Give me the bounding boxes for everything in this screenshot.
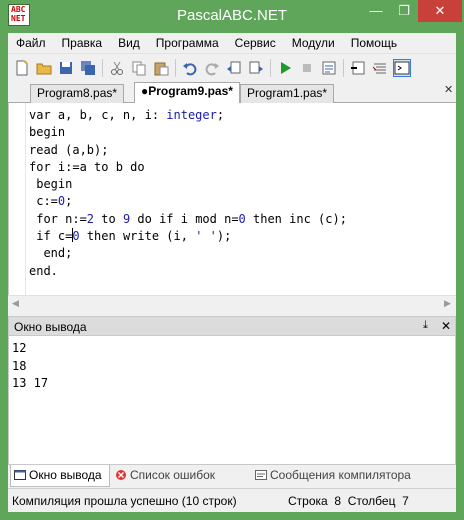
column-value: 7: [402, 494, 409, 508]
output-text: 12 18 13 17: [12, 340, 48, 393]
code-line: begin: [29, 124, 347, 141]
compile-icon[interactable]: [320, 59, 338, 77]
code-line-3: read (a,b);: [29, 142, 109, 157]
code-line-10: end.: [29, 263, 58, 278]
toolbar-separator: [343, 58, 344, 77]
menu-service[interactable]: Сервис: [227, 36, 284, 50]
output-line: 13 17: [12, 376, 49, 390]
editor-tabs: Program8.pas* ●Program9.pas* Program1.pa…: [8, 81, 456, 104]
editor-horizontal-scrollbar[interactable]: ◀ ▶: [8, 295, 456, 312]
code-line: end.: [29, 263, 347, 280]
save-all-icon[interactable]: [79, 59, 97, 77]
menu-view[interactable]: Вид: [110, 36, 148, 50]
code-line: end;: [29, 245, 347, 262]
editor-gutter: [9, 103, 26, 295]
tab-program8[interactable]: Program8.pas*: [30, 84, 125, 103]
pin-icon[interactable]: ⤓: [423, 319, 428, 332]
cut-icon[interactable]: [108, 59, 126, 77]
code-line-1: var a, b, c, n, i: integer;: [29, 108, 225, 122]
code-editor[interactable]: var a, b, c, n, i: integer; begin read (a,…: [8, 103, 456, 295]
output-window[interactable]: 12 18 13 17: [8, 336, 456, 464]
code-line-5: begin: [29, 177, 73, 192]
open-folder-icon[interactable]: [35, 59, 53, 77]
tab-compiler-messages[interactable]: Сообщения компилятора: [252, 465, 442, 487]
debug-icon[interactable]: [349, 59, 367, 77]
copy-icon[interactable]: [130, 59, 148, 77]
new-file-icon[interactable]: [13, 59, 31, 77]
code-line: var a, b, c, n, i: integer;: [29, 107, 347, 124]
code-line: for n:=2 to 9 do if i mod n=0 then inc (…: [29, 211, 347, 228]
save-icon[interactable]: [57, 59, 75, 77]
redo-icon[interactable]: [203, 59, 221, 77]
scroll-right-icon[interactable]: ▶: [444, 298, 451, 309]
menu-file[interactable]: Файл: [8, 36, 54, 50]
toolbar-separator: [175, 58, 176, 77]
main-window: ABC NET PascalABC.NET — ❐ ✕ Файл Правка …: [0, 0, 464, 520]
output-window-icon: [14, 470, 26, 480]
code-line: c:=0;: [29, 193, 347, 210]
back-icon[interactable]: [225, 59, 243, 77]
tab-output-window-label: Окно вывода: [29, 468, 102, 482]
menu-modules[interactable]: Модули: [284, 36, 343, 50]
tab-program1[interactable]: Program1.pas*: [240, 84, 335, 103]
output-window-icon[interactable]: [393, 58, 411, 77]
column-label: Столбец: [347, 494, 396, 508]
close-button[interactable]: ✕: [418, 0, 462, 22]
compiler-messages-icon: [255, 470, 267, 480]
code-line: read (a,b);: [29, 142, 347, 159]
title-bar[interactable]: ABC NET PascalABC.NET — ❐ ✕: [0, 0, 464, 30]
tab-error-list-label: Список ошибок: [130, 468, 216, 482]
code-line: for i:=a to b do: [29, 159, 347, 176]
tab-compiler-messages-label: Сообщения компилятора: [270, 468, 411, 482]
tab-output-window[interactable]: Окно вывода: [10, 465, 110, 487]
code-line-7: for n:=2 to 9 do if i mod n=0 then inc (…: [29, 211, 347, 226]
toolbar-separator: [102, 58, 103, 77]
menu-program[interactable]: Программа: [148, 36, 227, 50]
output-line: 12: [12, 341, 27, 355]
paste-icon[interactable]: [152, 59, 170, 77]
output-close-icon[interactable]: ✕: [441, 319, 451, 333]
undo-icon[interactable]: [181, 59, 199, 77]
output-panel-header: Окно вывода ⤓ ✕: [8, 316, 456, 336]
code-line: begin: [29, 176, 347, 193]
run-icon[interactable]: [276, 59, 294, 77]
code-line-4: for i:=a to b do: [29, 159, 145, 174]
code-line-8: if c=0 then write (i, ' ');: [29, 228, 232, 244]
tab-program9[interactable]: ●Program9.pas*: [134, 82, 240, 104]
code-text[interactable]: var a, b, c, n, i: integer; begin read (a,…: [29, 107, 347, 280]
cursor-position: Строка 8 Столбец 7: [288, 494, 409, 508]
code-line-2: begin: [29, 125, 66, 140]
scroll-left-icon[interactable]: ◀: [12, 298, 19, 309]
output-panel-title: Окно вывода: [14, 320, 87, 334]
menu-edit[interactable]: Правка: [54, 36, 111, 50]
tab-error-list[interactable]: Список ошибок: [112, 465, 250, 487]
stop-icon[interactable]: [298, 59, 316, 77]
menu-help[interactable]: Помощь: [343, 36, 405, 50]
row-value: 8: [334, 494, 342, 508]
output-line: 18: [12, 358, 27, 373]
menu-bar: Файл Правка Вид Программа Сервис Модули …: [8, 33, 456, 53]
status-message: Компиляция прошла успешно (10 строк): [12, 494, 237, 508]
bottom-panel-tabs: Окно вывода Список ошибок Сообщения комп…: [8, 464, 456, 488]
minimize-button[interactable]: —: [362, 0, 390, 22]
toolbar-separator: [270, 58, 271, 77]
format-icon[interactable]: [371, 59, 389, 77]
error-list-icon: [116, 470, 126, 480]
code-line-6: c:=0;: [29, 194, 73, 209]
row-label: Строка: [288, 494, 328, 508]
forward-icon[interactable]: [247, 59, 265, 77]
toolbar: [8, 53, 456, 81]
code-line: if c=0 then write (i, ' ');: [29, 228, 347, 245]
status-bar: Компиляция прошла успешно (10 строк) Стр…: [8, 488, 456, 512]
tab-close-icon[interactable]: ✕: [444, 83, 454, 96]
maximize-button[interactable]: ❐: [390, 0, 418, 22]
code-line-9: end;: [29, 246, 73, 261]
